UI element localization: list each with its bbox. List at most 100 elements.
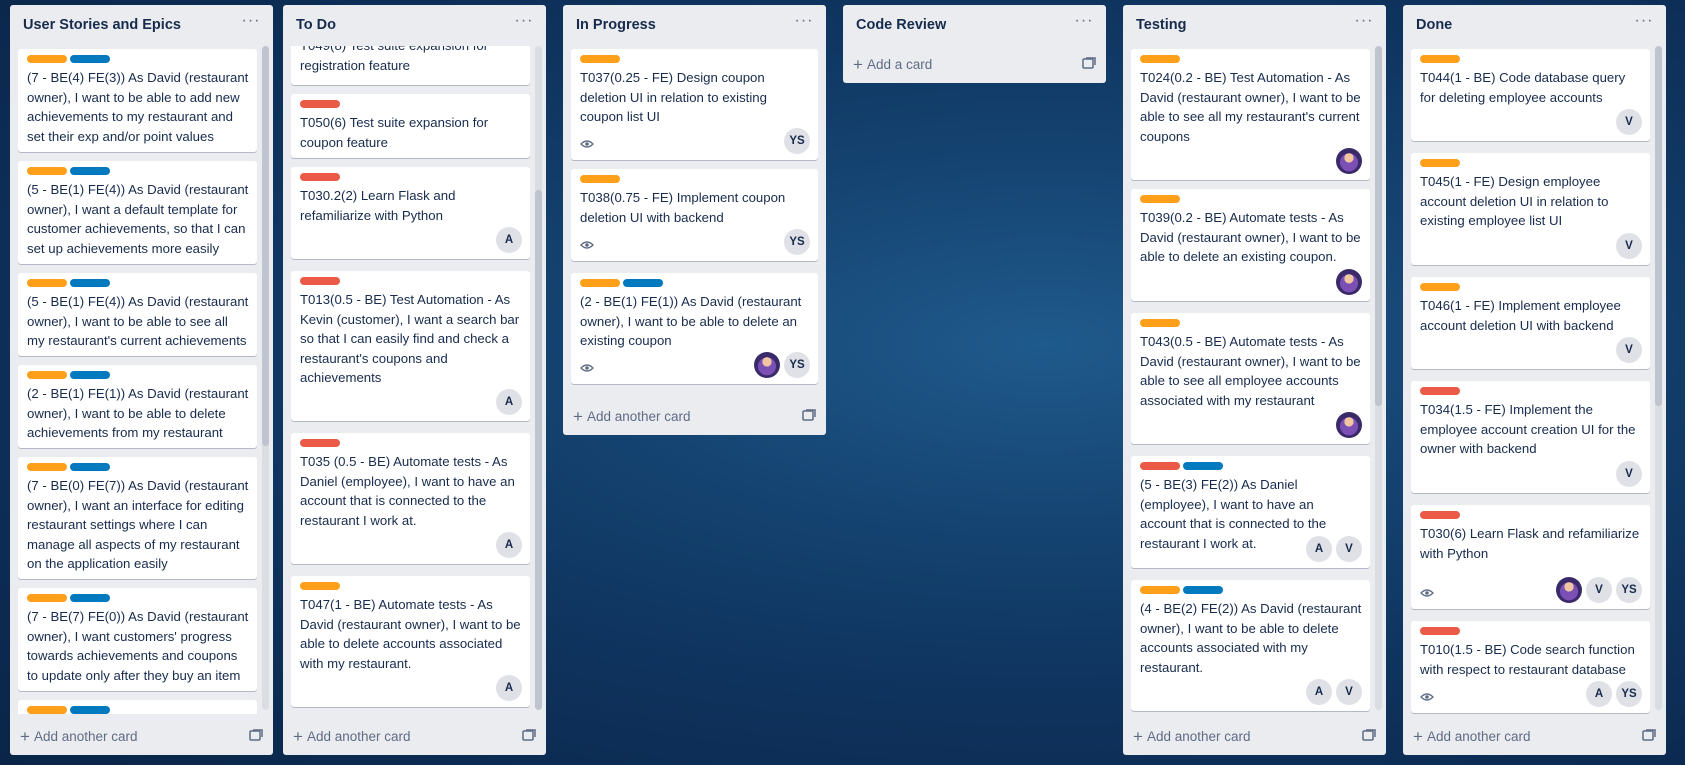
label-orange[interactable] (27, 371, 67, 379)
add-card-button[interactable]: + Add another card (293, 727, 411, 747)
card[interactable]: T024(0.2 - BE) Test Automation - As Davi… (1131, 49, 1370, 180)
card[interactable] (18, 700, 257, 714)
member-avatar[interactable]: A (1306, 679, 1332, 705)
template-icon[interactable] (249, 729, 263, 741)
add-card-button[interactable]: + Add a card (853, 55, 932, 75)
list-header[interactable]: Code Review ··· (843, 5, 1106, 43)
member-photo-avatar[interactable] (1336, 412, 1362, 438)
list-header[interactable]: In Progress ··· (563, 5, 826, 43)
label-orange[interactable] (1420, 283, 1460, 291)
member-avatar[interactable]: A (496, 675, 522, 701)
label-blue[interactable] (70, 55, 110, 63)
member-avatar[interactable]: YS (784, 128, 810, 154)
label-blue[interactable] (70, 167, 110, 175)
card[interactable]: (7 - BE(4) FE(3)) As David (restaurant o… (18, 49, 257, 152)
label-orange[interactable] (27, 594, 67, 602)
label-orange[interactable] (1420, 159, 1460, 167)
label-orange[interactable] (27, 55, 67, 63)
scrollbar-thumb[interactable] (262, 46, 269, 446)
member-avatar[interactable]: A (1306, 536, 1332, 562)
label-blue[interactable] (70, 706, 110, 714)
add-card-button[interactable]: + Add another card (573, 407, 691, 427)
card[interactable]: (5 - BE(3) FE(2)) As Daniel (employee), … (1131, 456, 1370, 568)
label-red[interactable] (1420, 511, 1460, 519)
card[interactable]: T045(1 - FE) Design employee account del… (1411, 153, 1650, 265)
template-icon[interactable] (1362, 729, 1376, 741)
label-orange[interactable] (1140, 55, 1180, 63)
card[interactable]: T047(1 - BE) Automate tests - As David (… (291, 576, 530, 707)
member-avatar[interactable]: A (496, 227, 522, 253)
ellipsis-icon[interactable]: ··· (239, 13, 263, 33)
label-orange[interactable] (300, 582, 340, 590)
card[interactable]: T039(0.2 - BE) Automate tests - As David… (1131, 189, 1370, 301)
card[interactable]: (4 - BE(2) FE(2)) As David (restaurant o… (1131, 580, 1370, 711)
member-avatar[interactable]: V (1616, 109, 1642, 135)
list-scrollbar[interactable] (262, 46, 269, 710)
ellipsis-icon[interactable]: ··· (792, 13, 816, 33)
list-scrollbar[interactable] (1655, 46, 1662, 710)
label-blue[interactable] (1183, 586, 1223, 594)
member-avatar[interactable]: YS (784, 352, 810, 378)
label-orange[interactable] (580, 279, 620, 287)
label-red[interactable] (300, 277, 340, 285)
label-orange[interactable] (1140, 319, 1180, 327)
label-blue[interactable] (70, 594, 110, 602)
label-red[interactable] (300, 100, 340, 108)
label-orange[interactable] (1140, 195, 1180, 203)
member-photo-avatar[interactable] (754, 352, 780, 378)
add-card-button[interactable]: + Add another card (20, 727, 138, 747)
list-scrollbar[interactable] (535, 46, 542, 710)
add-card-button[interactable]: + Add another card (1413, 727, 1531, 747)
member-avatar[interactable]: V (1616, 233, 1642, 259)
ellipsis-icon[interactable]: ··· (1632, 13, 1656, 33)
card[interactable]: T050(6) Test suite expansion for coupon … (291, 94, 530, 158)
card[interactable]: T037(0.25 - FE) Design coupon deletion U… (571, 49, 818, 160)
card[interactable]: (2 - BE(1) FE(1)) As David (restaurant o… (571, 273, 818, 384)
scrollbar-thumb[interactable] (535, 190, 542, 710)
card[interactable]: (7 - BE(7) FE(0)) As David (restaurant o… (18, 588, 257, 691)
member-avatar[interactable]: V (1336, 679, 1362, 705)
card[interactable]: T035 (0.5 - BE) Automate tests - As Dani… (291, 433, 530, 564)
label-blue[interactable] (70, 371, 110, 379)
card[interactable]: T034(1.5 - FE) Implement the employee ac… (1411, 381, 1650, 493)
label-red[interactable] (1420, 387, 1460, 395)
label-red[interactable] (1140, 462, 1180, 470)
label-red[interactable] (300, 173, 340, 181)
ellipsis-icon[interactable]: ··· (512, 13, 536, 33)
card[interactable]: T030(6) Learn Flask and refamiliarize wi… (1411, 505, 1650, 609)
card[interactable]: T013(0.5 - BE) Test Automation - As Kevi… (291, 271, 530, 421)
ellipsis-icon[interactable]: ··· (1072, 13, 1096, 33)
label-orange[interactable] (27, 463, 67, 471)
member-avatar[interactable]: V (1616, 461, 1642, 487)
list-header[interactable]: User Stories and Epics ··· (10, 5, 273, 43)
member-avatar[interactable]: YS (1616, 681, 1642, 707)
card[interactable]: T049(8) Test suite expansion for registr… (291, 46, 530, 85)
card[interactable]: T043(0.5 - BE) Automate tests - As David… (1131, 313, 1370, 444)
card[interactable]: T010(1.5 - BE) Code search function with… (1411, 621, 1650, 713)
member-avatar[interactable]: YS (784, 229, 810, 255)
label-orange[interactable] (27, 279, 67, 287)
label-orange[interactable] (1140, 586, 1180, 594)
template-icon[interactable] (1642, 729, 1656, 741)
card[interactable]: (5 - BE(1) FE(4)) As David (restaurant o… (18, 273, 257, 356)
label-orange[interactable] (580, 175, 620, 183)
label-red[interactable] (1420, 627, 1460, 635)
label-blue[interactable] (70, 463, 110, 471)
card[interactable]: (2 - BE(1) FE(1)) As David (restaurant o… (18, 365, 257, 448)
card[interactable]: (7 - BE(0) FE(7)) As David (restaurant o… (18, 457, 257, 579)
label-red[interactable] (300, 439, 340, 447)
card[interactable]: T044(1 - BE) Code database query for del… (1411, 49, 1650, 141)
ellipsis-icon[interactable]: ··· (1352, 13, 1376, 33)
label-orange[interactable] (580, 55, 620, 63)
label-blue[interactable] (1183, 462, 1223, 470)
template-icon[interactable] (1082, 57, 1096, 69)
member-avatar[interactable]: V (1586, 577, 1612, 603)
member-avatar[interactable]: A (496, 532, 522, 558)
member-photo-avatar[interactable] (1556, 577, 1582, 603)
card[interactable]: (5 - BE(1) FE(4)) As David (restaurant o… (18, 161, 257, 264)
member-avatar[interactable]: V (1336, 536, 1362, 562)
member-avatar[interactable]: YS (1616, 577, 1642, 603)
member-avatar[interactable]: V (1616, 337, 1642, 363)
scrollbar-thumb[interactable] (1375, 46, 1382, 406)
label-orange[interactable] (1420, 55, 1460, 63)
